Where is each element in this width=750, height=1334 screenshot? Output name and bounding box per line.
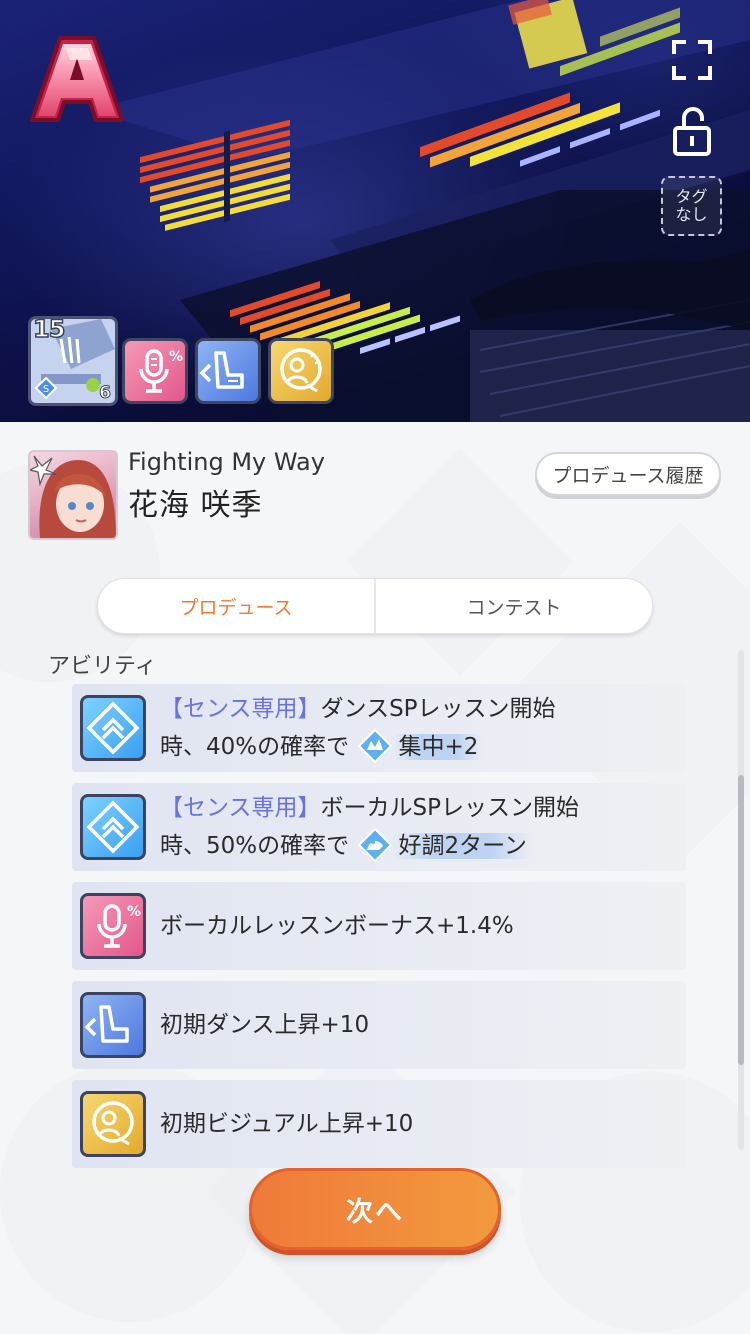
scrollbar-thumb[interactable]: [738, 775, 744, 1065]
vocal-icon: %: [80, 893, 146, 959]
svg-text:%: %: [169, 349, 183, 365]
sense-icon: [80, 794, 146, 860]
dance-icon: [195, 338, 261, 404]
ability-text-line2: 時、50%の確率で: [160, 833, 350, 859]
support-card-thumbnail[interactable]: 15 S 6: [28, 316, 118, 406]
ability-text: 初期ダンス上昇+10: [160, 1012, 370, 1038]
tab-contest[interactable]: コンテスト: [376, 579, 652, 633]
next-button[interactable]: 次へ: [249, 1168, 501, 1250]
concentration-icon: [358, 728, 393, 763]
visual-icon: [80, 1091, 146, 1157]
character-avatar: [28, 450, 118, 540]
ability-item: % ボーカルレッスンボーナス+1.4%: [72, 882, 686, 970]
tab-bar: プロデュース コンテスト: [97, 578, 653, 634]
ability-item: 【センス専用】ボーカルSPレッスン開始 時、50%の確率で 好調2ターン: [72, 783, 686, 871]
vocal-icon: %: [122, 338, 188, 404]
svg-text:%: %: [127, 904, 141, 920]
dance-icon: [80, 992, 146, 1058]
ability-item: 初期ビジュアル上昇+10: [72, 1080, 686, 1168]
ability-effect: 好調2ターン: [394, 833, 531, 859]
tag-none-button[interactable]: タグ なし: [661, 176, 722, 236]
good-condition-icon: [358, 827, 393, 862]
ability-tag: 【センス専用】: [160, 795, 321, 821]
ability-text-line1: ダンスSPレッスン開始: [320, 696, 556, 722]
rank-a-badge: [30, 36, 124, 122]
section-label-ability: アビリティ: [48, 654, 157, 679]
character-name: 花海 咲季: [128, 488, 263, 523]
ability-item: 【センス専用】ダンスSPレッスン開始 時、40%の確率で 集中+2: [72, 684, 686, 772]
ability-text-line2: 時、40%の確率で: [160, 734, 350, 760]
produce-history-button[interactable]: プロデュース履歴: [535, 452, 721, 496]
card-bottom-number: 6: [99, 383, 112, 404]
ability-text: ボーカルレッスンボーナス+1.4%: [160, 913, 514, 939]
tab-produce[interactable]: プロデュース: [98, 579, 376, 633]
ability-item: 初期ダンス上昇+10: [72, 981, 686, 1069]
tag-none-label: タグ なし: [675, 187, 708, 224]
card-rarity-pips: S: [35, 377, 57, 399]
ability-tag: 【センス専用】: [160, 696, 321, 722]
sense-icon: [80, 695, 146, 761]
card-type-icon: S: [35, 377, 57, 399]
card-detail-panel: Fighting My Way 花海 咲季 プロデュース履歴 プロデュース コン…: [0, 422, 750, 1334]
card-title: Fighting My Way: [128, 448, 325, 476]
ability-scrollbar[interactable]: [738, 650, 744, 1150]
svg-text:S: S: [43, 384, 49, 395]
ability-text-line1: ボーカルSPレッスン開始: [320, 795, 580, 821]
hero-image: タグ なし 15 S 6 %: [0, 0, 750, 422]
visual-icon: [268, 338, 334, 404]
ability-text: 初期ビジュアル上昇+10: [160, 1111, 414, 1137]
card-level: 15: [32, 316, 66, 344]
ability-effect: 集中+2: [394, 734, 483, 760]
unlock-icon[interactable]: [672, 106, 712, 158]
fullscreen-icon[interactable]: [672, 40, 712, 80]
